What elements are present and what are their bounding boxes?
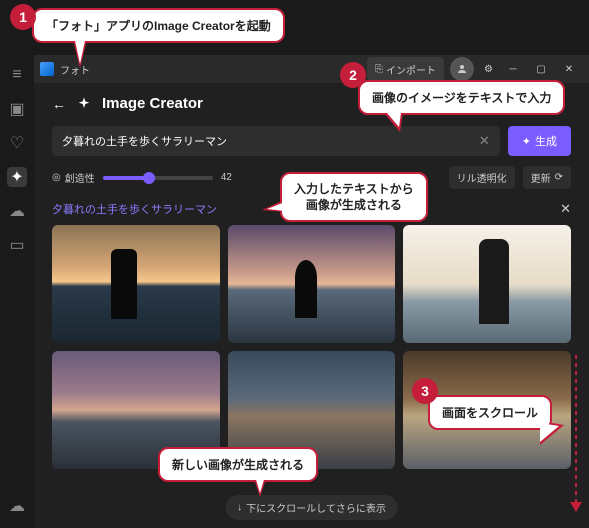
callout-tail <box>254 473 266 493</box>
prompt-input[interactable] <box>62 135 479 147</box>
callout: 入力したテキストから 画像が生成される <box>280 172 428 222</box>
close-button[interactable]: ✕ <box>555 57 583 81</box>
app-icon <box>40 62 54 76</box>
creativity-value: 42 <box>221 172 232 183</box>
prompt-row: ✕ ✦ 生成 <box>52 126 571 156</box>
app-sidebar: ≡ ▣ ♡ ✦ ☁ ▭ ☁ <box>0 55 34 528</box>
minimize-button[interactable]: ─ <box>499 57 527 81</box>
creativity-label: 創造性 <box>65 170 95 185</box>
generated-image[interactable] <box>52 225 220 343</box>
app-title: フォト <box>60 62 367 77</box>
generate-button[interactable]: ✦ 生成 <box>508 126 571 156</box>
creativity-slider[interactable] <box>103 176 213 180</box>
user-icon <box>456 63 468 75</box>
settings-button[interactable]: ⚙ <box>478 57 499 81</box>
callout: 画面をスクロール <box>428 395 552 430</box>
prompt-input-wrap[interactable]: ✕ <box>52 126 500 156</box>
callout-number: 1 <box>10 4 36 30</box>
sidebar-gallery-icon[interactable]: ▣ <box>7 99 27 119</box>
import-button[interactable]: ⎘ インポート <box>367 57 444 81</box>
titlebar: フォト ⎘ インポート ⚙ ─ ▢ ✕ <box>34 55 589 83</box>
callout-number: 2 <box>340 62 366 88</box>
callout: 「フォト」アプリのImage Creatorを起動 <box>32 8 285 43</box>
maximize-button[interactable]: ▢ <box>527 57 555 81</box>
sidebar-favorites-icon[interactable]: ♡ <box>7 133 27 153</box>
refresh-button[interactable]: 更新 ⟳ <box>523 166 571 189</box>
generated-image[interactable] <box>403 225 571 343</box>
sidebar-menu-icon[interactable]: ≡ <box>7 65 27 85</box>
callout-tail <box>540 423 559 442</box>
arrow-down-icon: ↓ <box>237 502 242 513</box>
image-grid <box>52 225 571 469</box>
refresh-label: 更新 <box>531 170 551 185</box>
page-title: Image Creator <box>102 95 203 112</box>
import-label: インポート <box>386 62 436 77</box>
callout: 新しい画像が生成される <box>158 447 318 482</box>
generate-label: 生成 <box>535 133 557 149</box>
refresh-icon: ⟳ <box>555 172 563 183</box>
import-icon: ⎘ <box>375 64 383 75</box>
sidebar-cloud-icon[interactable]: ☁ <box>7 496 27 516</box>
scroll-arrow-annotation <box>569 355 583 510</box>
sparkle-icon: ✦ <box>522 135 531 148</box>
callout-tail <box>267 202 285 211</box>
sidebar-folder-icon[interactable]: ▭ <box>7 235 27 255</box>
user-button[interactable] <box>450 57 474 81</box>
creativity-label-wrap: ◎ 創造性 <box>52 170 95 185</box>
callout-tail <box>381 106 402 127</box>
scroll-more-button[interactable]: ↓ 下にスクロールしてさらに表示 <box>225 495 398 520</box>
clear-input-button[interactable]: ✕ <box>479 133 490 149</box>
sparkle-icon <box>76 96 92 112</box>
back-button[interactable]: ← <box>52 96 66 112</box>
results-label: 夕暮れの土手を歩くサラリーマン <box>52 201 217 217</box>
callout-number: 3 <box>412 378 438 404</box>
gear-icon: ⚙ <box>484 64 493 75</box>
close-results-button[interactable]: ✕ <box>560 201 571 217</box>
slider-thumb[interactable] <box>143 172 155 184</box>
target-icon: ◎ <box>52 172 61 183</box>
generated-image[interactable] <box>228 225 396 343</box>
sidebar-creator-icon[interactable]: ✦ <box>7 167 27 187</box>
callout-tail <box>74 36 86 64</box>
transparency-button[interactable]: リル透明化 <box>449 166 515 189</box>
scroll-more-label: 下にスクロールしてさらに表示 <box>246 500 386 515</box>
sidebar-onedrive-icon[interactable]: ☁ <box>7 201 27 221</box>
